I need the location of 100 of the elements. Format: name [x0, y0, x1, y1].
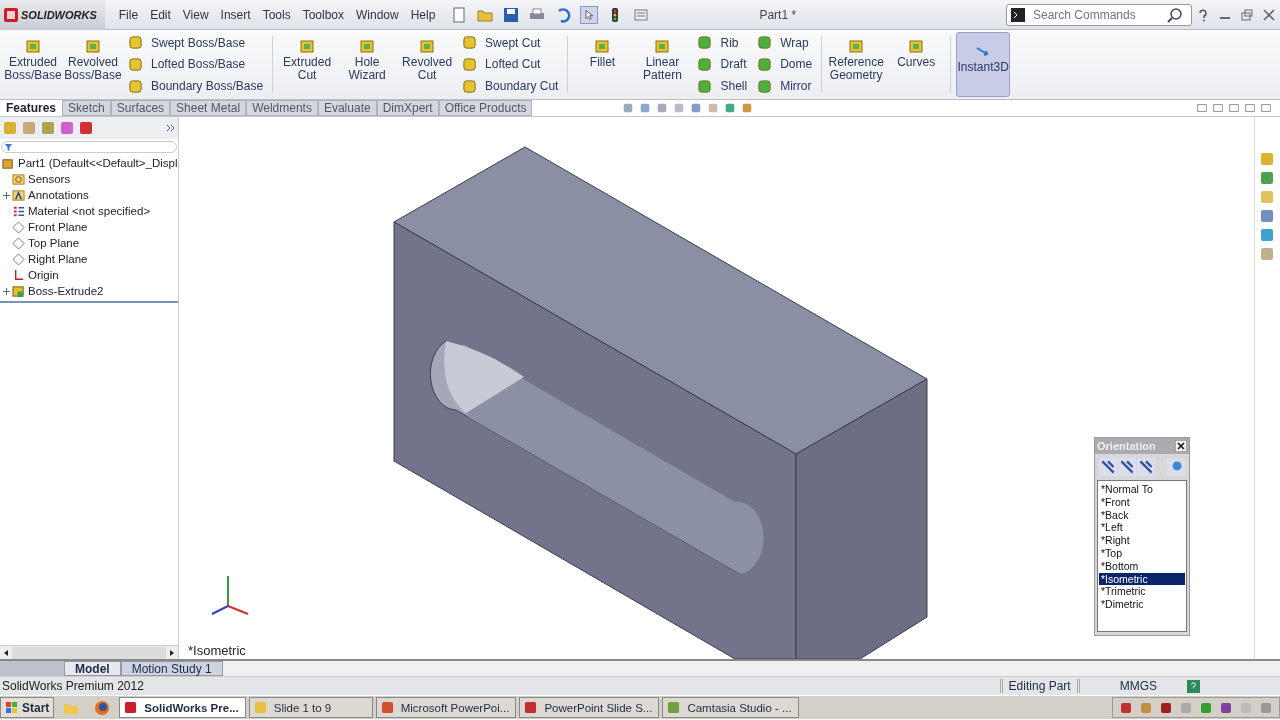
- view-orientation-icon[interactable]: [1099, 458, 1117, 476]
- taskbar-button[interactable]: Slide 1 to 9: [248, 697, 373, 718]
- search-field[interactable]: Search Commands: [1031, 6, 1161, 23]
- tree-item[interactable]: Origin: [28, 269, 59, 281]
- view-orientation-icon[interactable]: [1118, 458, 1136, 476]
- orientation-item[interactable]: *Normal To: [1099, 483, 1185, 496]
- command-tab[interactable]: Weldments: [246, 100, 318, 116]
- restore-icon[interactable]: [1240, 7, 1254, 22]
- help-icon[interactable]: [1196, 7, 1210, 22]
- orientation-item[interactable]: *Left: [1099, 521, 1185, 535]
- expand-icon[interactable]: [2, 287, 10, 295]
- view-tool-icon[interactable]: [622, 102, 635, 114]
- orientation-item[interactable]: *Front: [1099, 495, 1185, 509]
- panel-tab-icon[interactable]: [59, 120, 75, 136]
- menu-item[interactable]: File: [112, 7, 145, 22]
- pin-icon[interactable]: [1167, 458, 1185, 476]
- menu-item[interactable]: Tools: [256, 7, 297, 22]
- task-pane-icon[interactable]: [1258, 208, 1275, 224]
- ribbon-button[interactable]: Lofted Cut: [462, 57, 559, 72]
- tree-item[interactable]: Top Plane: [28, 237, 80, 249]
- options-icon[interactable]: [633, 6, 650, 23]
- orientation-item[interactable]: *Trimetric: [1099, 585, 1185, 599]
- view-orientation-icon[interactable]: [1137, 458, 1155, 476]
- save-icon[interactable]: [503, 6, 520, 23]
- model-tab[interactable]: Model: [64, 661, 121, 676]
- close-icon[interactable]: [1175, 440, 1187, 452]
- ribbon-button[interactable]: Mirror: [757, 78, 813, 94]
- view-tool-icon[interactable]: [690, 102, 703, 114]
- tree-item[interactable]: Front Plane: [28, 221, 88, 233]
- tray-icon[interactable]: [1119, 700, 1133, 715]
- tray-icon[interactable]: [1159, 700, 1173, 715]
- horizontal-scrollbar[interactable]: [0, 645, 178, 659]
- ribbon-button[interactable]: Draft: [697, 57, 748, 72]
- menu-item[interactable]: Toolbox: [296, 7, 350, 22]
- viewport-control-icon[interactable]: [1212, 102, 1224, 114]
- task-pane-icon[interactable]: [1258, 189, 1275, 205]
- ribbon-button[interactable]: Lofted Boss/Base: [128, 57, 264, 72]
- tree-item[interactable]: Material <not specified>: [28, 205, 151, 217]
- task-pane-icon[interactable]: [1258, 227, 1275, 243]
- taskbar-button[interactable]: SolidWorks Pre...: [119, 697, 246, 718]
- ribbon-button[interactable]: Revolved Boss/Base: [64, 32, 122, 97]
- ribbon-button[interactable]: Fillet: [573, 32, 632, 97]
- ribbon-button[interactable]: Boundary Cut: [462, 78, 559, 94]
- orientation-item[interactable]: *Back: [1099, 508, 1185, 522]
- ribbon-button[interactable]: Rib: [697, 35, 748, 51]
- view-tool-icon[interactable]: [724, 102, 737, 114]
- menu-item[interactable]: View: [176, 7, 215, 22]
- view-tool-icon[interactable]: [741, 102, 754, 114]
- ribbon-button[interactable]: Revolved Cut: [398, 32, 457, 97]
- ribbon-button[interactable]: Swept Cut: [462, 35, 559, 51]
- ribbon-button[interactable]: Reference Geometry: [827, 32, 886, 97]
- panel-tab-icon[interactable]: [40, 120, 56, 136]
- command-tab[interactable]: Surfaces: [110, 100, 171, 116]
- tree-item[interactable]: Part1 (Default<<Default>_Displ: [18, 157, 178, 169]
- taskbar-button[interactable]: Camtasia Studio - ...: [662, 697, 799, 718]
- ribbon-button[interactable]: Swept Boss/Base: [128, 35, 264, 51]
- units-button[interactable]: MMGS: [1119, 679, 1157, 693]
- ribbon-button[interactable]: Shell: [697, 78, 748, 94]
- browser-icon[interactable]: [94, 699, 111, 716]
- ribbon-button[interactable]: Extruded Cut: [278, 32, 337, 97]
- view-tool-icon[interactable]: [656, 102, 669, 114]
- orientation-item[interactable]: *Bottom: [1099, 559, 1185, 573]
- ribbon-toggle-button[interactable]: Instant3D: [956, 32, 1011, 97]
- expand-icon[interactable]: [2, 191, 10, 199]
- view-tool-icon[interactable]: [673, 102, 686, 114]
- ribbon-button[interactable]: Linear Pattern: [633, 32, 692, 97]
- view-tool-icon[interactable]: [707, 102, 720, 114]
- ribbon-button[interactable]: Wrap: [757, 35, 813, 51]
- orientation-item[interactable]: *Right: [1099, 534, 1185, 547]
- ribbon-button[interactable]: Extruded Boss/Base: [4, 32, 62, 97]
- view-tool-icon[interactable]: [639, 102, 652, 114]
- tree-item[interactable]: Sensors: [28, 173, 71, 185]
- tray-icon[interactable]: [1199, 700, 1213, 715]
- viewport-control-icon[interactable]: [1228, 102, 1240, 114]
- task-pane-icon[interactable]: [1258, 170, 1275, 186]
- command-tab[interactable]: Sketch: [62, 100, 111, 116]
- help-icon[interactable]: [1187, 679, 1200, 693]
- model-tab[interactable]: Motion Study 1: [120, 661, 223, 676]
- ribbon-button[interactable]: Dome: [757, 57, 813, 72]
- menu-item[interactable]: Edit: [144, 7, 177, 22]
- tree-item[interactable]: Annotations: [28, 189, 89, 201]
- panel-tab-icon[interactable]: [78, 120, 94, 136]
- viewport-control-icon[interactable]: [1196, 102, 1208, 114]
- orientation-item[interactable]: *Isometric: [1099, 572, 1185, 586]
- command-tab[interactable]: Office Products: [438, 100, 533, 116]
- menu-item[interactable]: Window: [350, 7, 405, 22]
- menu-item[interactable]: Insert: [214, 7, 257, 22]
- panel-tab-icon[interactable]: [21, 120, 37, 136]
- ribbon-button[interactable]: Curves: [887, 32, 946, 97]
- command-tab[interactable]: Sheet Metal: [170, 100, 247, 116]
- command-tab[interactable]: Evaluate: [317, 100, 377, 116]
- menu-item[interactable]: Help: [404, 7, 442, 22]
- tray-icon[interactable]: [1219, 700, 1233, 715]
- tree-item[interactable]: Boss-Extrude2: [28, 285, 104, 297]
- new-file-icon[interactable]: [451, 6, 468, 23]
- command-tab[interactable]: DimXpert: [376, 100, 439, 116]
- viewport-control-icon[interactable]: [1244, 102, 1256, 114]
- taskbar-button[interactable]: Microsoft PowerPoi...: [375, 697, 517, 718]
- expand-icon[interactable]: [166, 124, 176, 132]
- start-button[interactable]: Start: [0, 697, 55, 718]
